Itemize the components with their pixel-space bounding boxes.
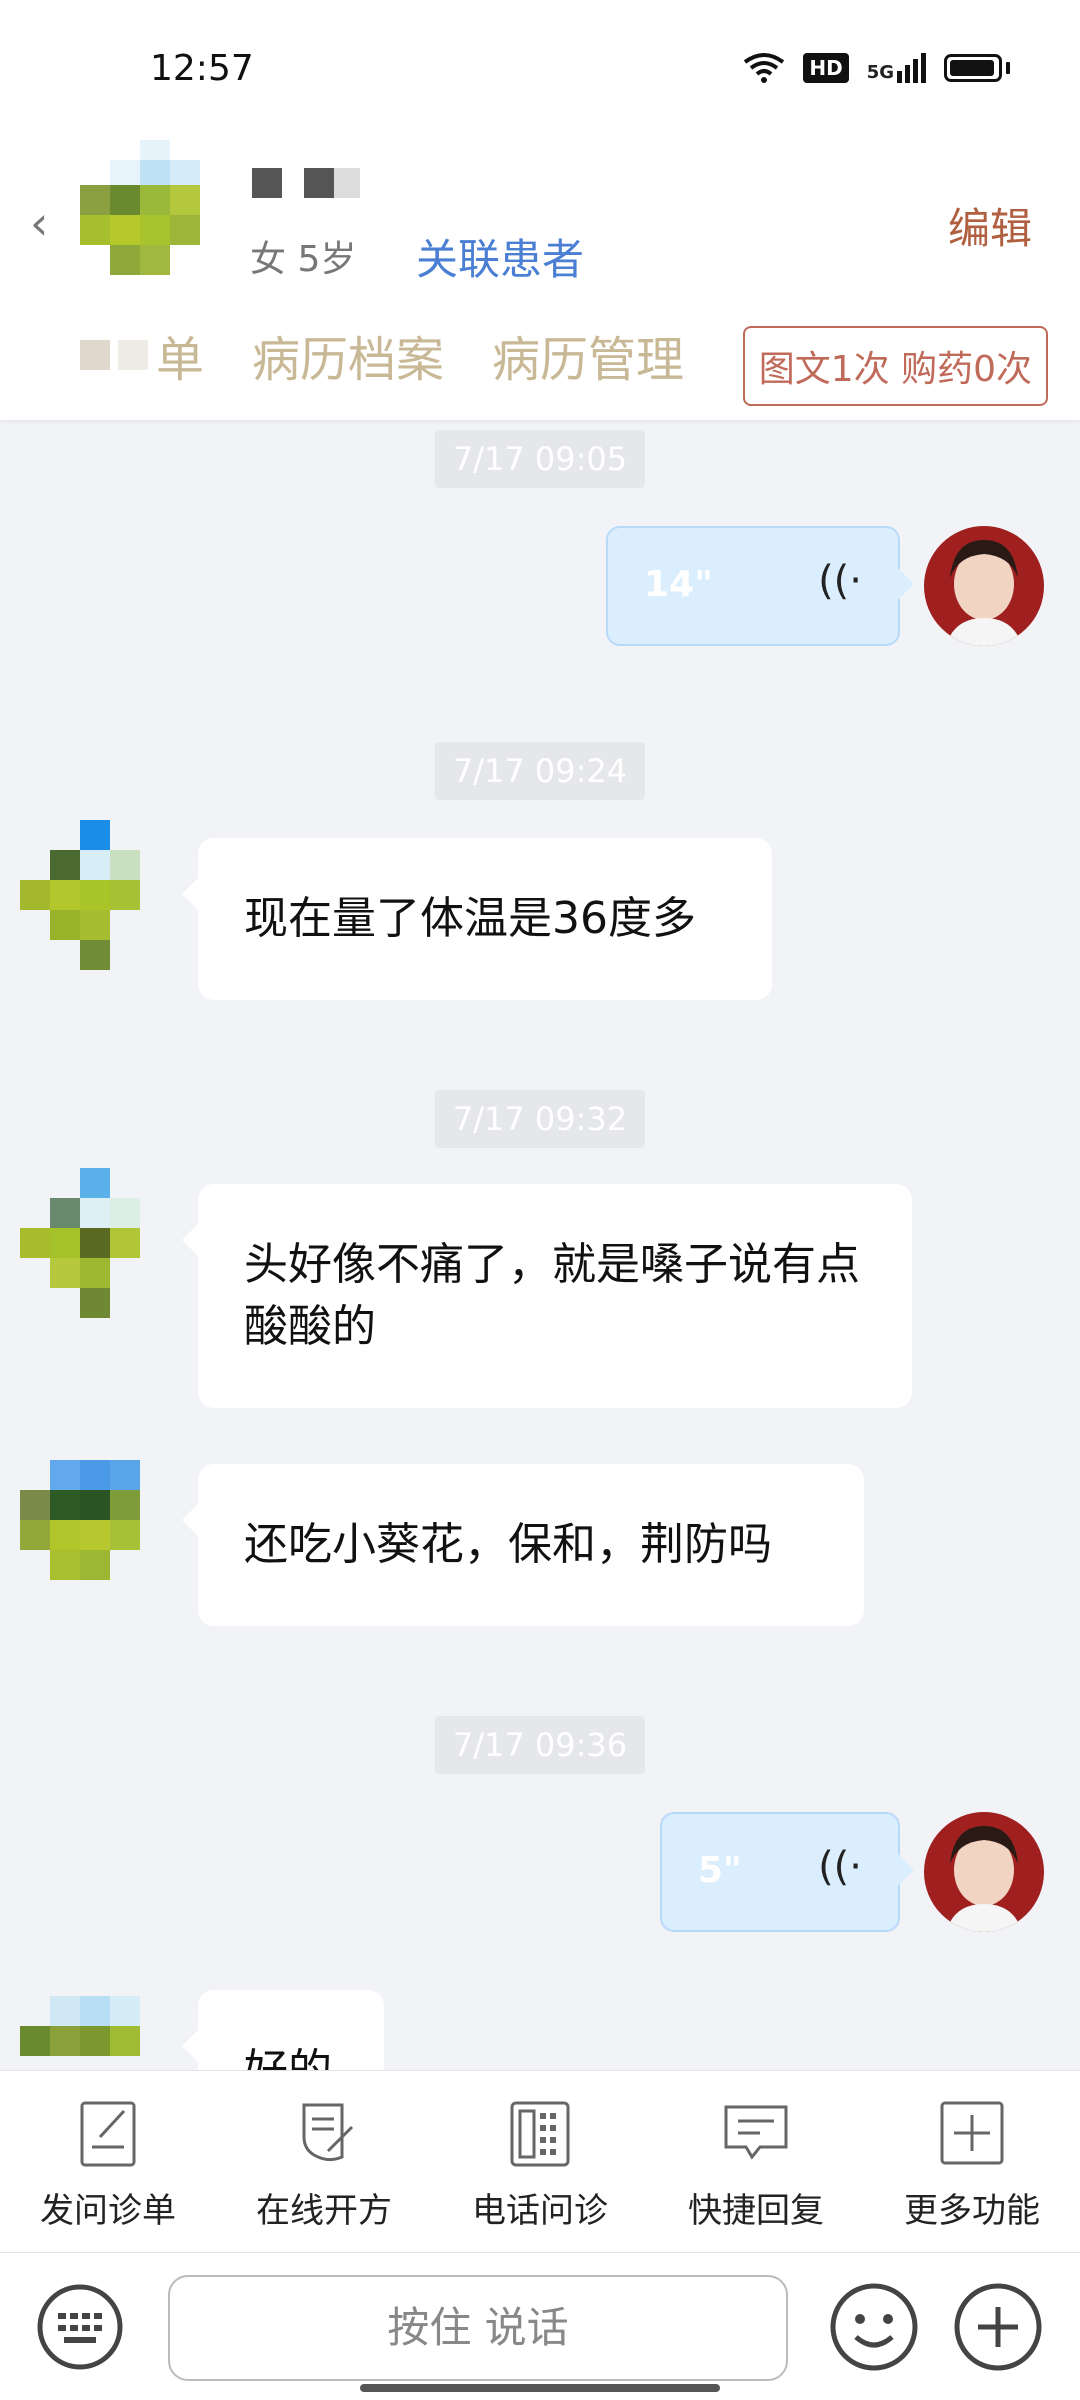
phone-consult-button[interactable]: 电话问诊 bbox=[440, 2071, 640, 2252]
patient-name-masked bbox=[252, 168, 360, 198]
patient-chat-avatar bbox=[20, 1460, 140, 1580]
voice-wave-icon: ((· bbox=[818, 1844, 862, 1890]
patient-chat-avatar bbox=[20, 1996, 140, 2056]
voice-message[interactable]: 5" ((· bbox=[660, 1812, 914, 1932]
more-functions-button[interactable]: 更多功能 bbox=[872, 2071, 1072, 2252]
more-icon bbox=[940, 2101, 1004, 2165]
message-bubble[interactable]: 好的 bbox=[182, 1990, 384, 2070]
voice-duration: 14" bbox=[644, 564, 713, 605]
chat-area[interactable]: 7/17 09:05 14" ((· 7/17 09:24 现在量了体温是36度… bbox=[0, 420, 1080, 2070]
quick-reply-icon bbox=[724, 2105, 788, 2160]
service-count-badge: 图文1次 购药0次 bbox=[742, 326, 1048, 406]
patient-chat-avatar bbox=[20, 820, 140, 970]
phone-icon bbox=[510, 2101, 570, 2167]
input-bar: 按住 说话 bbox=[0, 2252, 1080, 2400]
send-form-button[interactable]: 发问诊单 bbox=[8, 2071, 208, 2252]
quick-reply-button[interactable]: 快捷回复 bbox=[656, 2071, 856, 2252]
wifi-icon bbox=[744, 53, 785, 83]
function-bar: 发问诊单 在线开方 电话问诊 快捷回复 更多功能 bbox=[0, 2070, 1080, 2252]
status-time: 12:57 bbox=[150, 48, 254, 89]
patient-header: ‹ 女 5岁 关联患者 编辑 单 病历档案 病历管理 图文1次 购药0次 bbox=[0, 140, 1080, 420]
func-label: 在线开方 bbox=[256, 2191, 392, 2231]
timestamp: 7/17 09:32 bbox=[434, 1090, 646, 1148]
message-bubble[interactable]: 还吃小葵花，保和，荆防吗 bbox=[182, 1464, 864, 1626]
doctor-avatar bbox=[924, 526, 1044, 646]
emoji-icon[interactable] bbox=[828, 2281, 920, 2373]
tab-record-management[interactable]: 病历管理 bbox=[492, 320, 684, 390]
func-label: 电话问诊 bbox=[472, 2191, 608, 2231]
link-patient-link[interactable]: 关联患者 bbox=[416, 226, 584, 287]
signal-icon: 5G bbox=[867, 53, 926, 83]
back-icon[interactable]: ‹ bbox=[30, 198, 66, 248]
tab-medical-records[interactable]: 病历档案 bbox=[252, 320, 444, 390]
message-bubble[interactable]: 现在量了体温是36度多 bbox=[182, 838, 772, 1000]
add-icon[interactable] bbox=[952, 2281, 1044, 2373]
voice-wave-icon: ((· bbox=[818, 558, 862, 604]
timestamp: 7/17 09:05 bbox=[434, 430, 646, 488]
doctor-avatar bbox=[924, 1812, 1044, 1932]
status-bar: 12:57 HD 5G bbox=[0, 0, 1080, 140]
header-tabs: 单 病历档案 病历管理 bbox=[80, 320, 684, 390]
battery-icon bbox=[944, 54, 1002, 82]
prescription-icon bbox=[302, 2103, 354, 2162]
voice-duration: 5" bbox=[698, 1850, 742, 1891]
func-label: 更多功能 bbox=[904, 2191, 1040, 2231]
func-label: 发问诊单 bbox=[40, 2191, 176, 2231]
tab-order[interactable]: 单 bbox=[80, 320, 204, 390]
home-indicator[interactable] bbox=[360, 2384, 720, 2392]
patient-chat-avatar bbox=[20, 1168, 140, 1318]
func-label: 快捷回复 bbox=[688, 2191, 824, 2231]
message-bubble[interactable]: 头好像不痛了，就是嗓子说有点酸酸的 bbox=[182, 1184, 912, 1408]
hold-to-talk-button[interactable]: 按住 说话 bbox=[168, 2275, 788, 2381]
voice-message[interactable]: 14" ((· bbox=[606, 526, 914, 646]
hd-badge: HD bbox=[803, 53, 849, 83]
patient-avatar bbox=[80, 140, 200, 275]
timestamp: 7/17 09:24 bbox=[434, 742, 646, 800]
online-prescription-button[interactable]: 在线开方 bbox=[224, 2071, 424, 2252]
edit-button[interactable]: 编辑 bbox=[948, 195, 1032, 256]
keyboard-icon[interactable] bbox=[36, 2283, 124, 2371]
form-icon bbox=[80, 2101, 136, 2167]
status-icons: HD 5G bbox=[743, 52, 1010, 84]
patient-gender-age: 女 5岁 bbox=[250, 239, 357, 280]
network-type: 5G bbox=[866, 62, 894, 83]
timestamp: 7/17 09:36 bbox=[434, 1716, 646, 1774]
